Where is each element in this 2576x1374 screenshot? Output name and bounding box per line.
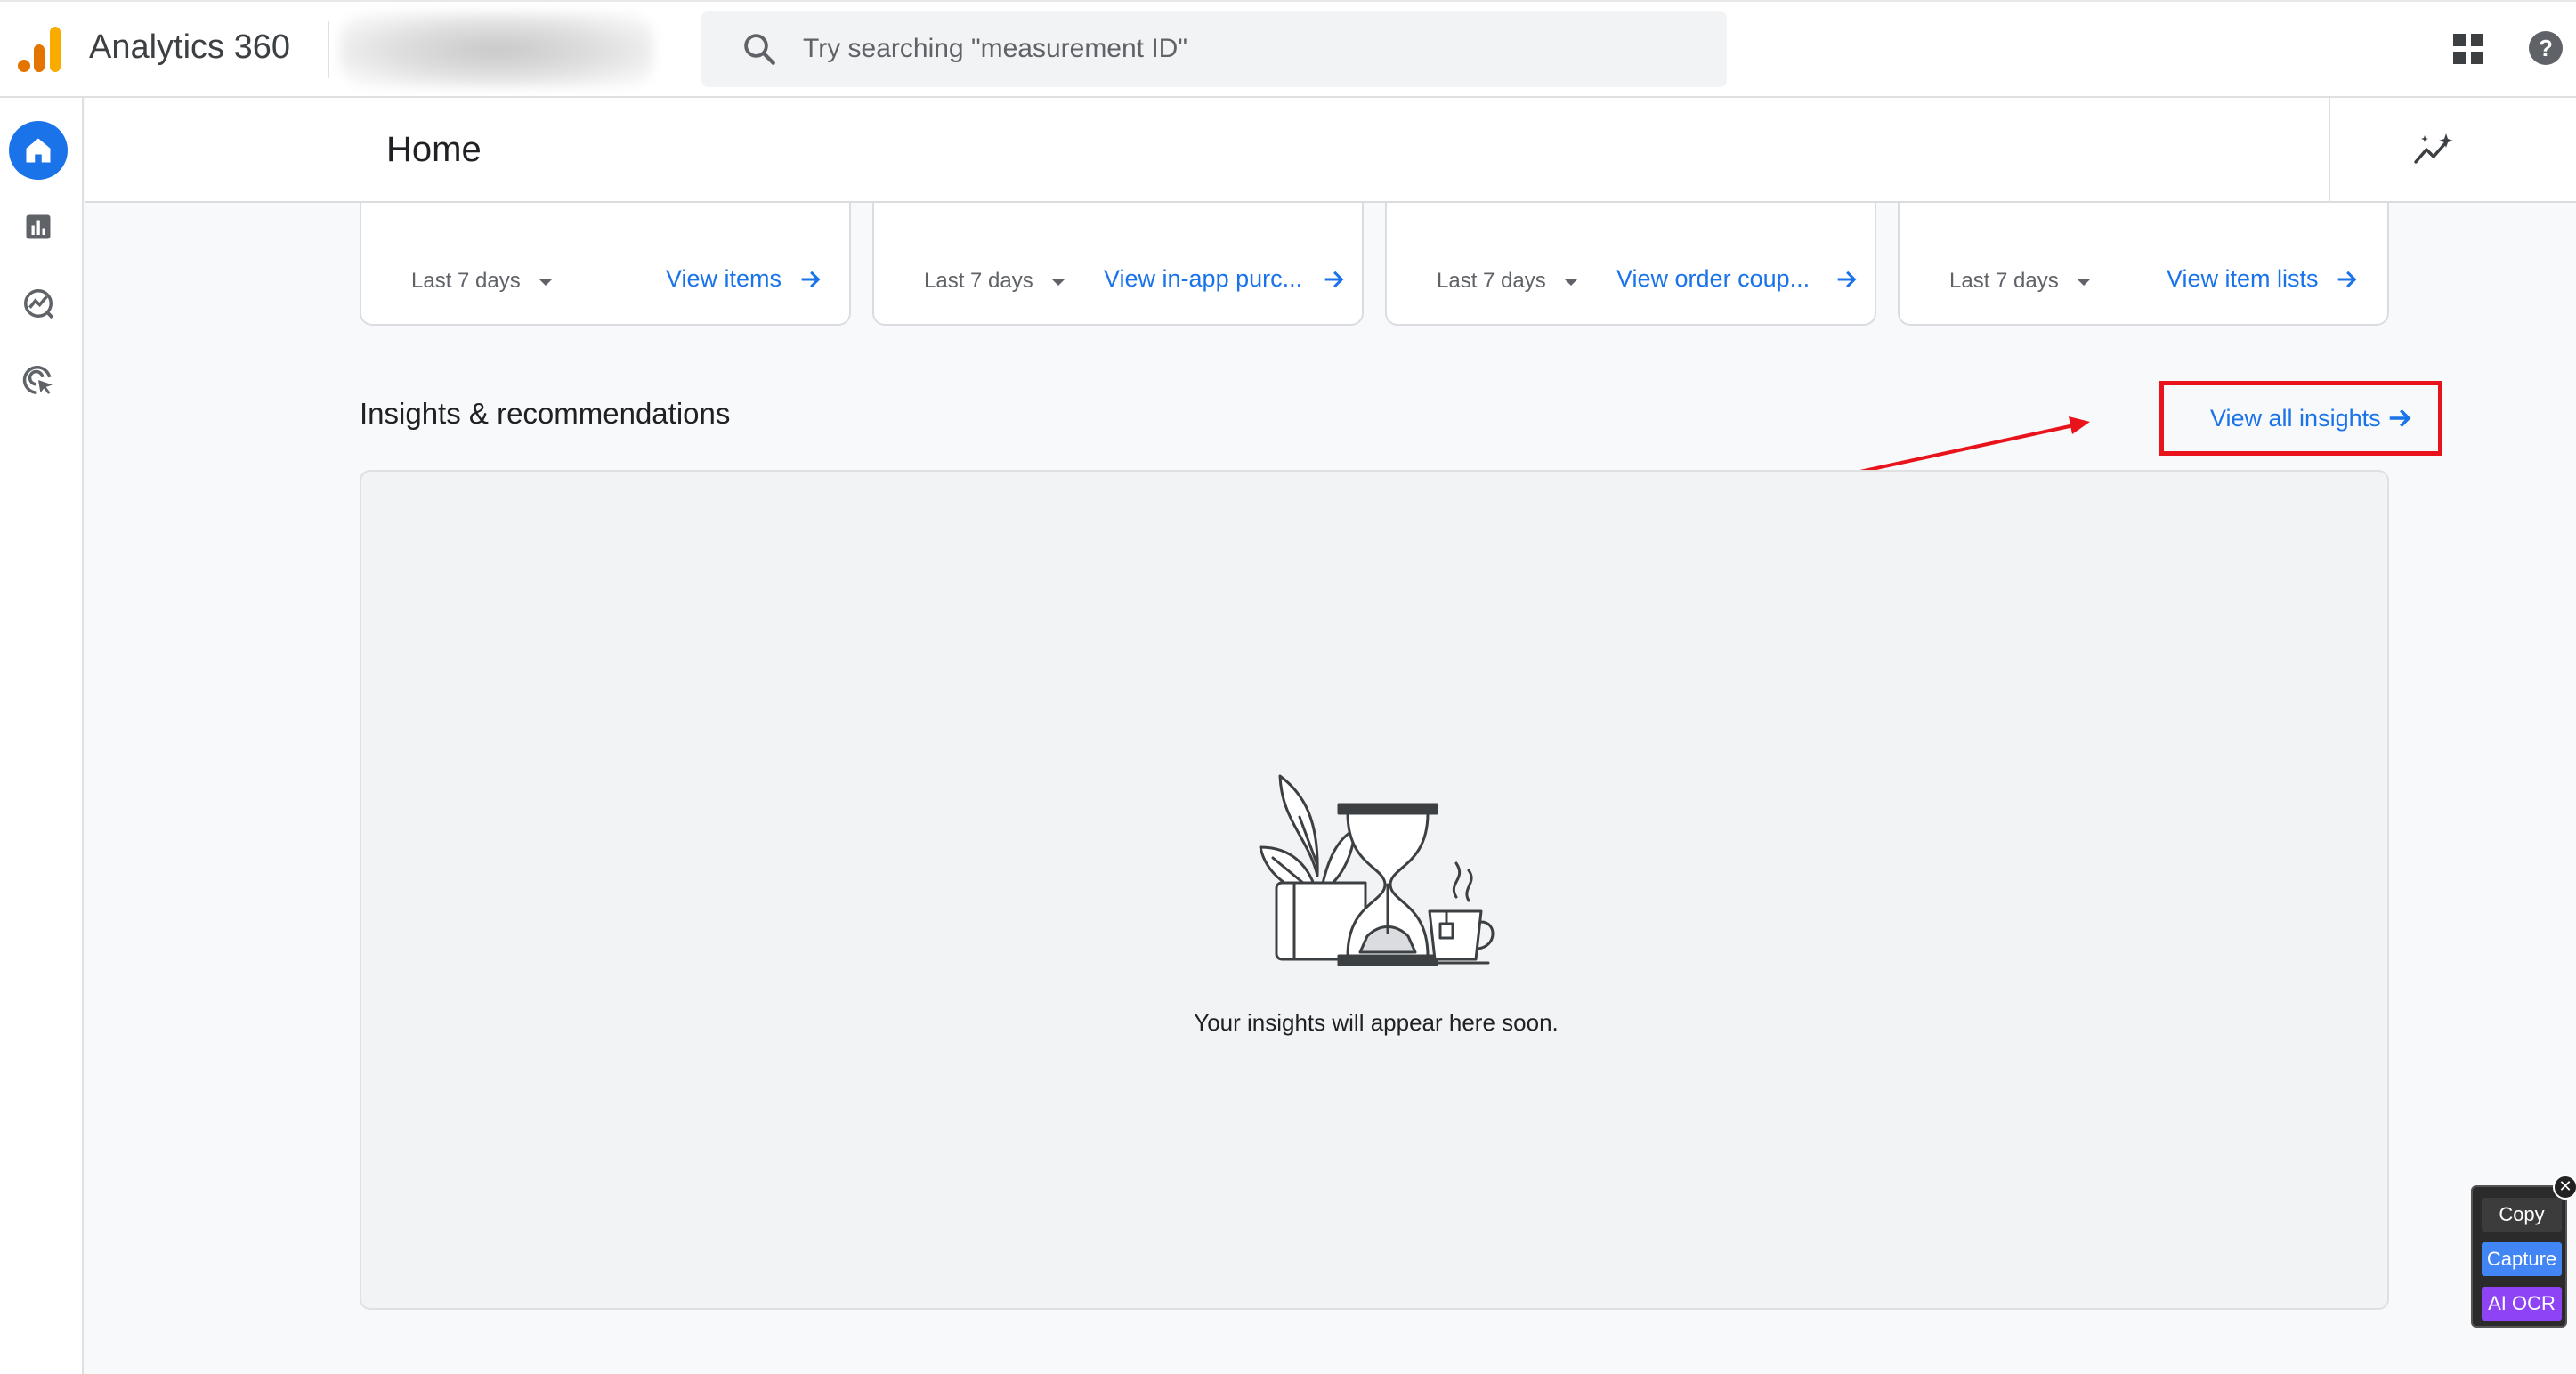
app-title: Analytics 360 bbox=[89, 28, 291, 66]
capture-button[interactable]: Capture bbox=[2482, 1242, 2562, 1276]
svg-text:?: ? bbox=[2539, 35, 2553, 61]
close-icon[interactable]: ✕ bbox=[2553, 1175, 2576, 1200]
arrow-right-icon[interactable] bbox=[1321, 267, 1346, 292]
help-icon[interactable]: ? bbox=[2526, 28, 2565, 68]
nav-home[interactable] bbox=[9, 121, 68, 180]
date-range-selector[interactable]: Last 7 days bbox=[924, 269, 1033, 294]
item-lists-card: Last 7 days View item lists bbox=[1898, 203, 2389, 326]
insights-sparkline-icon[interactable] bbox=[2412, 132, 2453, 167]
dropdown-caret-icon[interactable] bbox=[1565, 279, 1577, 286]
arrow-right-icon[interactable] bbox=[2334, 267, 2359, 292]
arrow-right-icon[interactable] bbox=[2386, 405, 2413, 432]
in-app-purchases-card: Last 7 days View in-app purc... bbox=[872, 203, 1364, 326]
view-all-insights-label[interactable]: View all insights bbox=[2210, 405, 2381, 432]
arrow-right-icon[interactable] bbox=[798, 267, 822, 292]
view-order-coupons-link[interactable]: View order coup... bbox=[1616, 265, 1810, 293]
header-divider bbox=[328, 21, 329, 78]
dropdown-caret-icon[interactable] bbox=[539, 279, 552, 286]
date-range-selector[interactable]: Last 7 days bbox=[1437, 269, 1546, 294]
page-header: Home bbox=[85, 98, 2576, 203]
left-navigation bbox=[0, 98, 84, 1374]
nav-explore[interactable] bbox=[9, 274, 68, 333]
search-icon bbox=[744, 34, 775, 65]
dropdown-caret-icon[interactable] bbox=[2078, 279, 2090, 286]
section-title: Insights & recommendations bbox=[360, 397, 731, 430]
ai-ocr-button[interactable]: AI OCR bbox=[2482, 1287, 2562, 1321]
date-range-selector[interactable]: Last 7 days bbox=[411, 269, 521, 294]
view-all-insights-button[interactable]: View all insights bbox=[2159, 381, 2442, 456]
copy-button[interactable]: Copy bbox=[2482, 1198, 2562, 1232]
header-divider bbox=[2329, 98, 2330, 203]
capture-tool-widget: ✕ Copy Capture AI OCR bbox=[2471, 1175, 2576, 1328]
apps-grid-icon[interactable] bbox=[2451, 32, 2485, 66]
top-app-bar: Analytics 360 Try searching "measurement… bbox=[0, 0, 2576, 98]
view-in-app-purchases-link[interactable]: View in-app purc... bbox=[1104, 265, 1302, 293]
empty-state-message: Your insights will appear here soon. bbox=[1194, 1009, 1559, 1036]
cursor-target-icon bbox=[22, 366, 53, 394]
date-range-selector[interactable]: Last 7 days bbox=[1949, 269, 2059, 294]
arrow-right-icon[interactable] bbox=[1834, 267, 1859, 292]
page-title: Home bbox=[386, 130, 482, 169]
analytics-logo-icon[interactable] bbox=[16, 25, 62, 75]
nav-advertising[interactable] bbox=[9, 351, 68, 409]
account-selector[interactable] bbox=[340, 12, 653, 87]
hourglass-plant-cup-illustration bbox=[1259, 774, 1495, 966]
view-items-link[interactable]: View items bbox=[666, 265, 782, 293]
items-card: Last 7 days View items bbox=[360, 203, 851, 326]
dropdown-caret-icon[interactable] bbox=[1052, 279, 1065, 286]
search-input[interactable]: Try searching "measurement ID" bbox=[803, 34, 1187, 64]
explore-icon bbox=[24, 289, 54, 319]
search-bar[interactable]: Try searching "measurement ID" bbox=[701, 11, 1727, 87]
view-item-lists-link[interactable]: View item lists bbox=[2167, 265, 2319, 293]
nav-reports[interactable] bbox=[9, 198, 68, 256]
order-coupons-card: Last 7 days View order coup... bbox=[1385, 203, 1876, 326]
home-icon bbox=[26, 138, 51, 163]
insights-panel: Your insights will appear here soon. bbox=[360, 470, 2389, 1310]
bar-chart-icon bbox=[26, 214, 51, 239]
